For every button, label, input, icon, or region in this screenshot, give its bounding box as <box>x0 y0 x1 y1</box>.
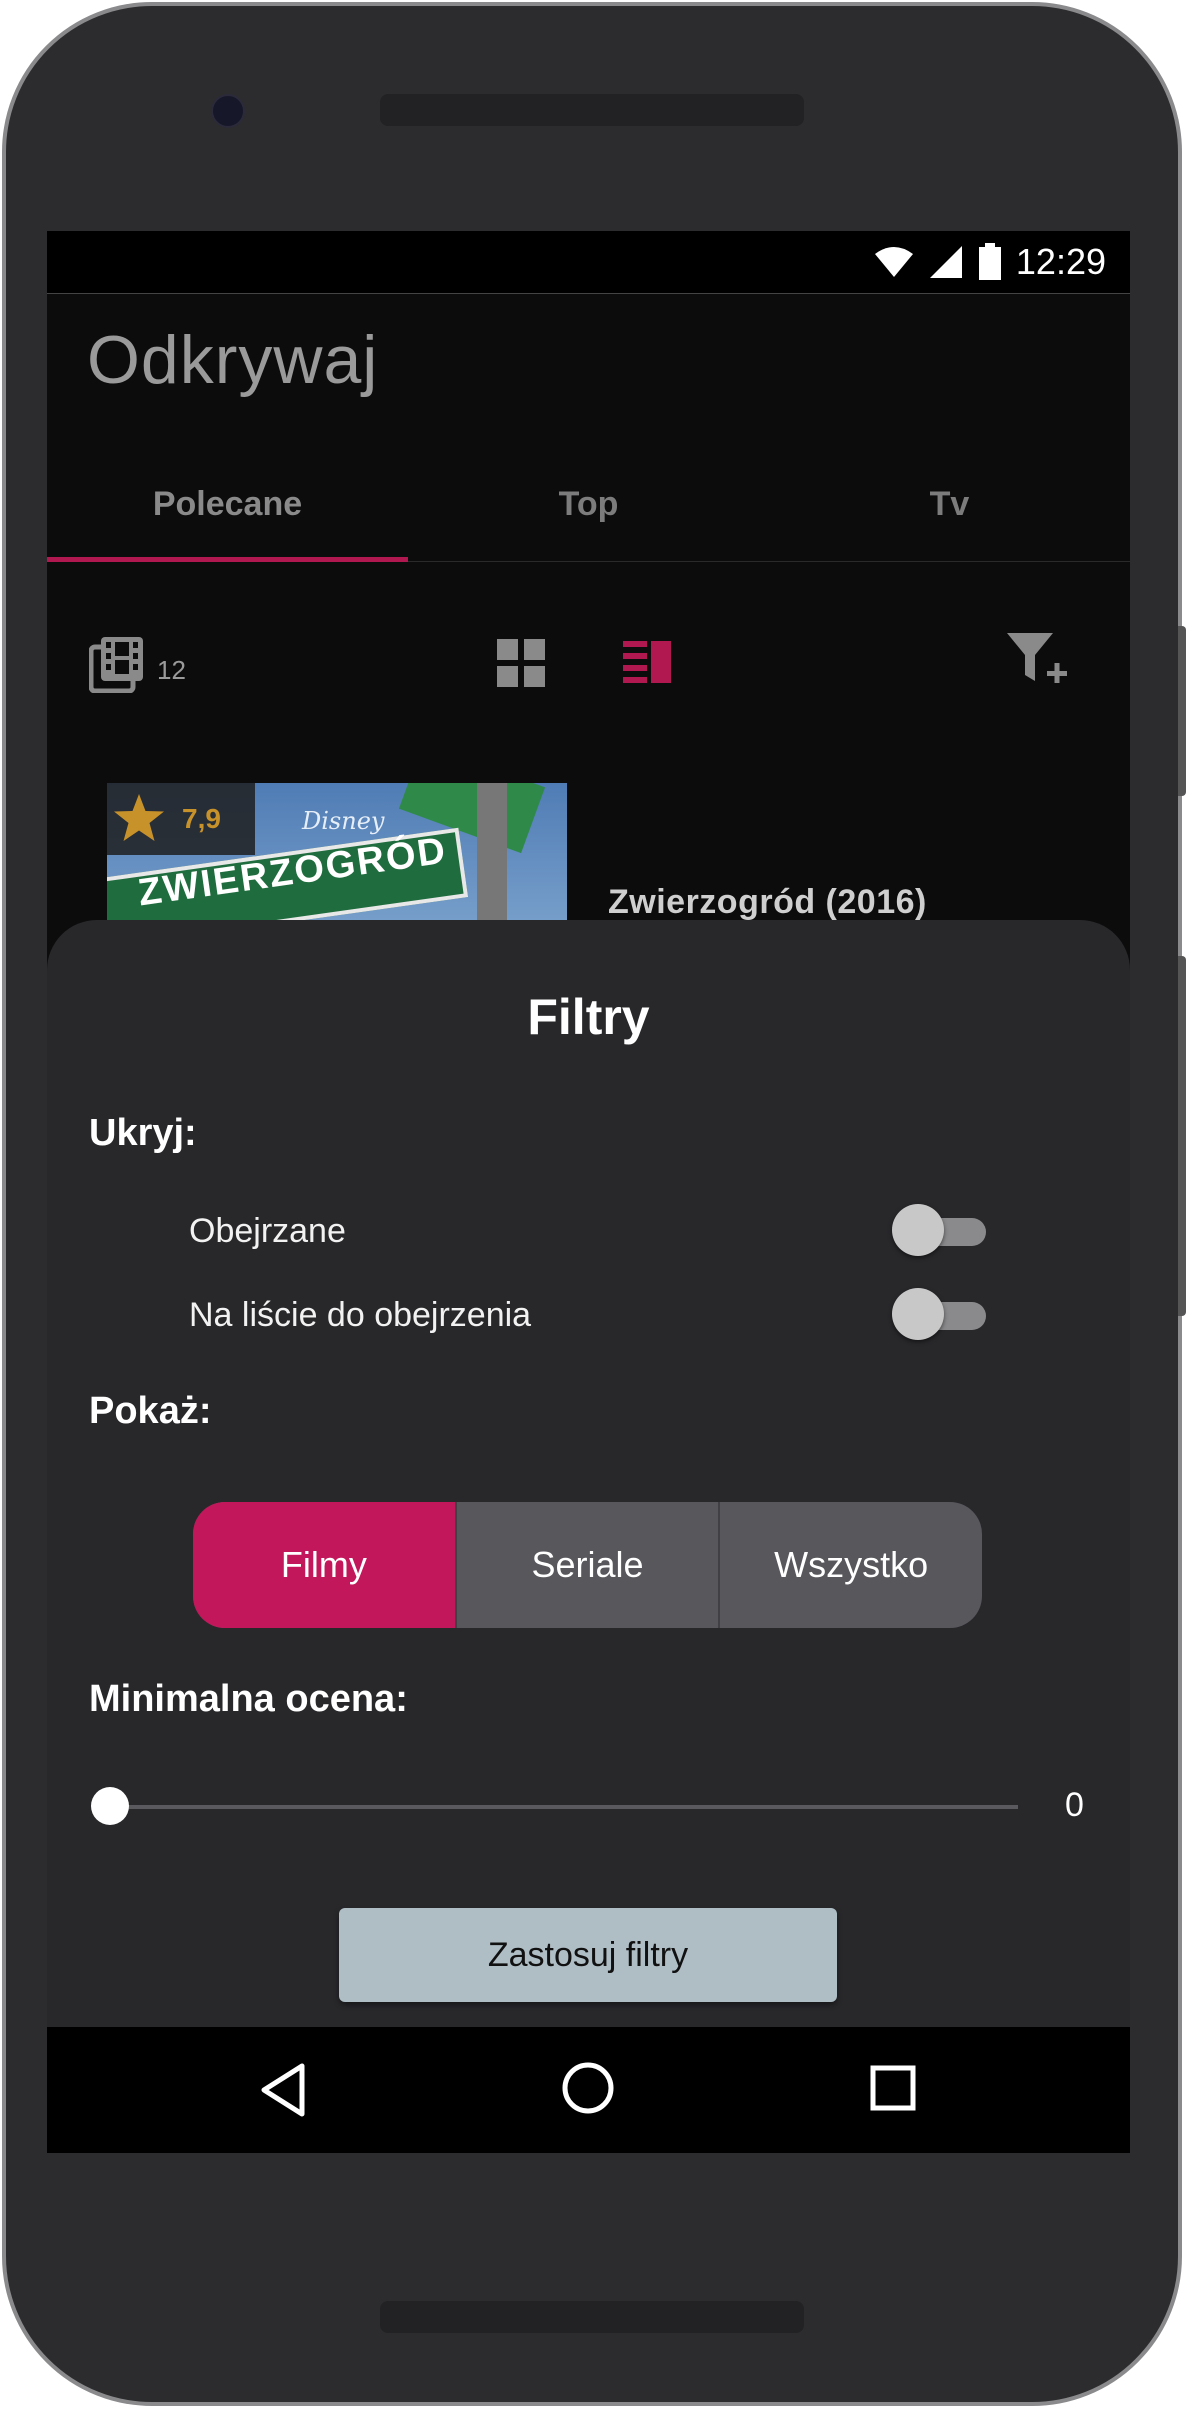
movie-poster[interactable]: ZWIERZOGRÓD Disney 7,9 <box>107 783 567 933</box>
rating-value: 7,9 <box>182 803 221 834</box>
back-icon[interactable] <box>260 2063 306 2117</box>
item-count: 12 <box>157 655 186 685</box>
grid-view-icon[interactable] <box>497 639 545 687</box>
signal-icon <box>929 246 962 278</box>
toggle-watchlist[interactable] <box>892 1286 986 1342</box>
screen: 12:29 Odkrywaj Polecane Top Tv 12 ZWIERZ… <box>47 231 1130 2153</box>
movie-title[interactable]: Zwierzogród (2016) <box>608 883 927 922</box>
show-section-label: Pokaż: <box>89 1390 212 1432</box>
tab-tv[interactable]: Tv <box>769 471 1130 561</box>
filter-add-icon[interactable] <box>1007 633 1069 691</box>
hide-section-label: Ukryj: <box>89 1112 197 1154</box>
star-icon <box>114 794 164 841</box>
segment-series[interactable]: Seriale <box>457 1502 721 1628</box>
battery-icon <box>978 243 1001 280</box>
min-rating-value: 0 <box>1065 1786 1084 1824</box>
volume-button <box>1178 956 1186 1316</box>
tab-polecane[interactable]: Polecane <box>47 471 408 561</box>
poster-brand: Disney <box>302 807 385 835</box>
option-watched-label: Obejrzane <box>189 1212 346 1250</box>
rating-badge: 7,9 <box>107 783 255 855</box>
film-library-icon[interactable] <box>89 635 145 693</box>
front-camera <box>211 94 245 128</box>
page-title: Odkrywaj <box>87 322 379 398</box>
min-rating-label: Minimalna ocena: <box>89 1678 408 1720</box>
list-view-icon[interactable] <box>623 641 671 683</box>
system-nav-bar <box>47 2027 1130 2153</box>
bottom-speaker <box>380 2301 804 2333</box>
min-rating-slider-track[interactable] <box>107 1805 1018 1809</box>
tab-top[interactable]: Top <box>408 471 769 561</box>
home-icon[interactable] <box>561 2061 615 2115</box>
toggle-watched[interactable] <box>892 1202 986 1258</box>
min-rating-slider-thumb[interactable] <box>91 1787 129 1825</box>
status-bar: 12:29 <box>47 231 1130 294</box>
segment-movies[interactable]: Filmy <box>193 1502 457 1628</box>
status-time: 12:29 <box>1015 241 1106 282</box>
toolbar: 12 <box>47 611 1130 711</box>
option-watchlist-label: Na liście do obejrzenia <box>189 1296 532 1334</box>
recents-icon[interactable] <box>870 2065 916 2111</box>
earpiece-speaker <box>380 94 804 126</box>
tab-bar: Polecane Top Tv <box>47 471 1130 562</box>
content-type-selector: Filmy Seriale Wszystko <box>193 1502 982 1628</box>
power-button <box>1178 626 1186 796</box>
wifi-icon <box>874 247 913 277</box>
segment-all[interactable]: Wszystko <box>720 1502 982 1628</box>
filters-bottom-sheet: Filtry Ukryj: Obejrzane Na liście do obe… <box>47 920 1130 2153</box>
sheet-title: Filtry <box>527 989 650 1045</box>
tab-indicator <box>47 557 408 562</box>
apply-filters-button[interactable]: Zastosuj filtry <box>339 1908 837 2002</box>
